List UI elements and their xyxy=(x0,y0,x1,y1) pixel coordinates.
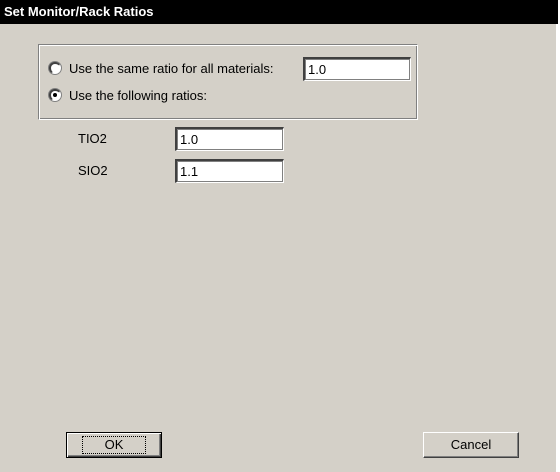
set-ratios-dialog: Set Monitor/Rack Ratios Use the same rat… xyxy=(0,0,558,472)
same-ratio-option[interactable]: Use the same ratio for all materials: xyxy=(49,59,273,77)
same-ratio-radio[interactable] xyxy=(49,62,61,74)
following-ratios-option[interactable]: Use the following ratios: xyxy=(49,86,207,104)
ok-button-label: OK xyxy=(81,436,147,454)
material-ratio-input-tio2[interactable] xyxy=(175,127,284,151)
material-ratio-input-sio2[interactable] xyxy=(175,159,284,183)
cancel-button[interactable]: Cancel xyxy=(423,432,519,458)
material-label-sio2: SIO2 xyxy=(78,163,108,178)
dialog-title: Set Monitor/Rack Ratios xyxy=(0,0,558,24)
ok-button[interactable]: OK xyxy=(66,432,162,458)
ratio-mode-group: Use the same ratio for all materials: Us… xyxy=(38,44,418,120)
same-ratio-input[interactable] xyxy=(303,57,411,81)
cancel-button-label: Cancel xyxy=(450,437,492,452)
following-ratios-label: Use the following ratios: xyxy=(69,87,208,103)
same-ratio-label: Use the same ratio for all materials: xyxy=(69,60,274,76)
following-ratios-radio[interactable] xyxy=(49,89,61,101)
material-label-tio2: TIO2 xyxy=(78,131,107,146)
